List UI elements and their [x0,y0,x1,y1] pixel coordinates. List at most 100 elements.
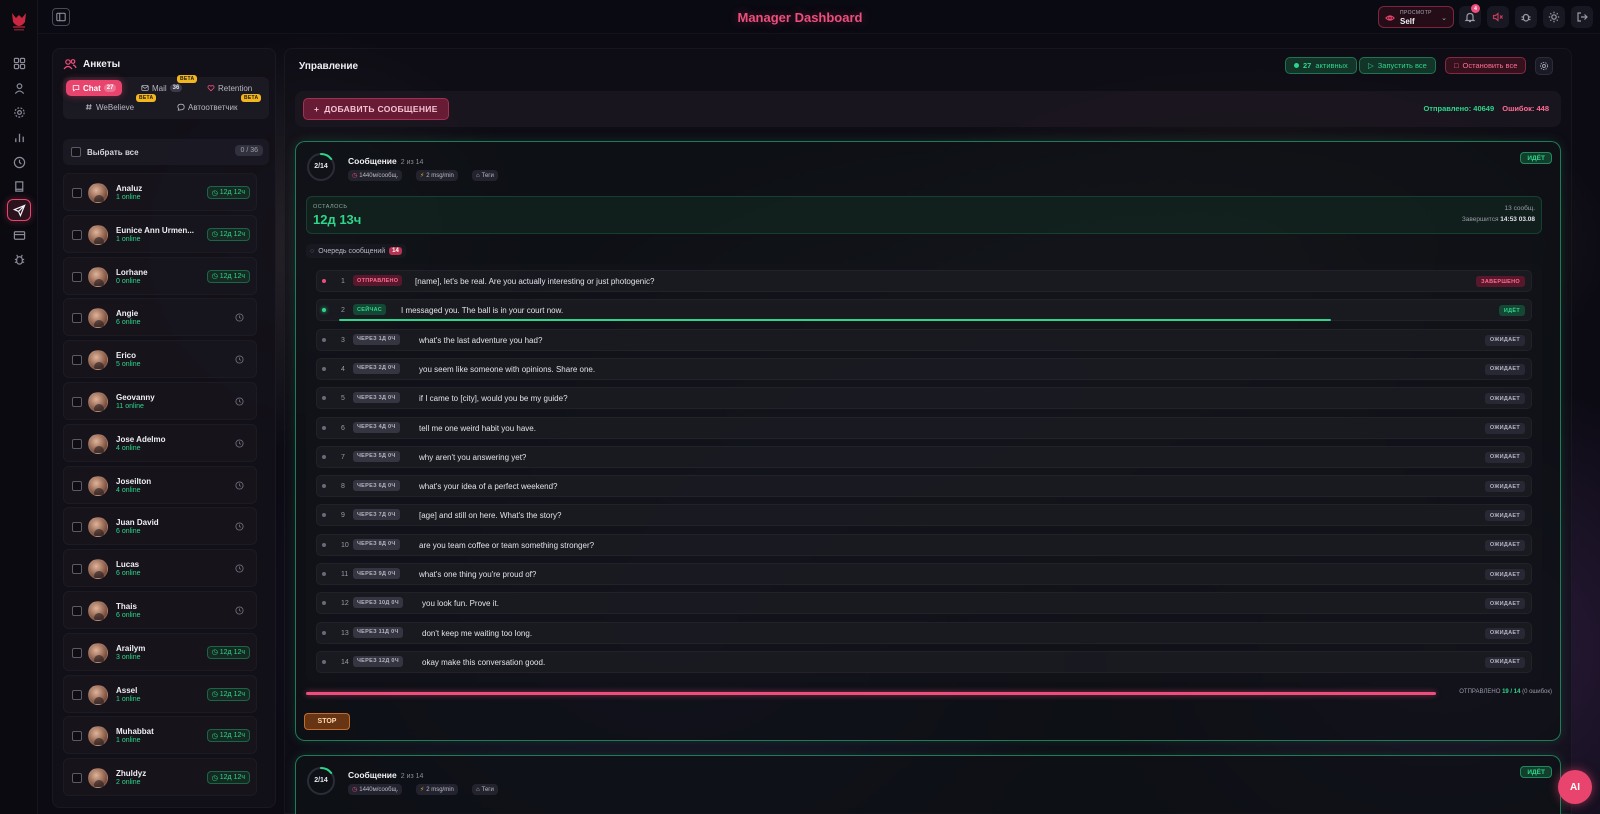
profile-checkbox[interactable] [72,313,82,324]
book-icon[interactable] [7,175,31,197]
profile-checkbox[interactable] [72,229,82,240]
settings-button[interactable] [1535,57,1553,75]
queue-item[interactable]: 11 ЧЕРЕЗ 9Д 0Ч what's one thing you're pro… [316,563,1532,585]
avatar [88,642,108,663]
queue-item[interactable]: 3 ЧЕРЕЗ 1Д 0Ч what's the last adventure yo… [316,328,1532,351]
heart-icon [207,85,215,92]
card-icon[interactable] [7,224,31,246]
state-badge: ОЖИДАЕТ [1484,363,1525,375]
tags-chip[interactable]: ⌂ Теги [472,784,498,795]
status-dot-icon [322,513,326,518]
schedule-tag: ЧЕРЕЗ 3Д 0Ч [353,392,400,404]
zap-icon: ⚡ [420,173,425,179]
profile-row[interactable]: Lorhane 0 online ◷ 12д 12ч [63,256,257,295]
profile-row[interactable]: Muhabbat 1 online ◷ 12д 12ч [63,716,257,755]
clock-icon[interactable] [7,151,31,173]
profile-checkbox[interactable] [72,397,82,407]
profile-checkbox[interactable] [72,522,82,533]
tab-autoresponder[interactable]: Автоответчик [171,99,244,115]
profile-row[interactable]: Assel 1 online ◷ 12д 12ч [63,674,257,713]
profile-row[interactable]: Eunice Ann Urmen... 1 online ◷ 12д 12ч [63,214,257,253]
start-all-button[interactable]: ▷ Запустить все [1359,57,1436,74]
queue-item[interactable]: 9 ЧЕРЕЗ 7Д 0Ч [age] and still on here. Wha… [316,504,1532,527]
select-all-checkbox[interactable] [71,147,81,157]
logout-icon [1577,12,1588,22]
queue-item[interactable]: 5 ЧЕРЕЗ 3Д 0Ч if I came to [city], would y… [316,387,1532,410]
clock-icon [235,313,244,322]
queue-index: 1 [341,278,345,285]
grid-icon[interactable] [7,52,31,74]
queue-item[interactable]: 13 ЧЕРЕЗ 11Д 0Ч don't keep me waiting too … [316,621,1532,644]
state-badge: ОЖИДАЕТ [1484,451,1525,463]
profile-row[interactable]: Geovanny 11 online [63,382,257,420]
profile-checkbox[interactable] [72,731,82,742]
profile-name: Jose Adelmo [116,434,166,444]
debug-button[interactable] [1515,6,1537,28]
profile-row[interactable]: Juan David 6 online [63,507,257,546]
stop-button[interactable]: STOP [304,713,350,730]
add-message-button[interactable]: + ДОБАВИТЬ СООБЩЕНИЕ [303,98,449,120]
profile-checkbox[interactable] [72,480,82,491]
select-all-row[interactable]: Выбрать все 0 / 36 [63,139,269,165]
schedule-tag: ЧЕРЕЗ 6Д 0Ч [353,480,400,492]
profile-checkbox[interactable] [72,564,82,575]
queue-count: 14 [389,247,402,255]
profile-row[interactable]: Erico 5 online [63,340,257,379]
active-count-chip: 27 активных [1285,57,1357,74]
message-text: tell me one weird habit you have. [419,423,536,433]
profile-checkbox[interactable] [72,689,82,700]
profile-checkbox[interactable] [72,188,82,198]
queue-item[interactable]: 7 ЧЕРЕЗ 5Д 0Ч why aren't you answering yet… [316,445,1532,468]
preview-value: Self [1400,17,1415,26]
settings-icon[interactable] [7,101,31,123]
queue-item[interactable]: 8 ЧЕРЕЗ 6Д 0Ч what's your idea of a perfec… [316,475,1532,498]
profile-row[interactable]: Thais 6 online [63,591,257,629]
profile-name: Lucas [116,560,140,570]
queue-item[interactable]: 2 СЕЙЧАС I messaged you. The ball is in yo… [316,299,1532,322]
profile-row[interactable]: Zhuldyz 2 online ◷ 12д 12ч [63,758,257,797]
bug-icon[interactable] [7,248,31,270]
notifications-button[interactable]: 4 [1459,4,1481,28]
queue-item[interactable]: 10 ЧЕРЕЗ 8Д 0Ч are you team coffee or team… [316,533,1532,556]
profile-row[interactable]: Analuz 1 online ◷ 12д 12ч [63,173,257,211]
queue-item[interactable]: 14 ЧЕРЕЗ 12Д 0Ч okay make this conversatio… [316,650,1532,673]
status-dot-icon [322,659,326,664]
tab-count: 27 [103,84,117,92]
profile-row[interactable]: Angie 6 online [63,298,257,337]
queue-item[interactable]: 4 ЧЕРЕЗ 2Д 0Ч you seem like someone with o… [316,357,1532,380]
profile-row[interactable]: Lucas 6 online [63,549,257,588]
ai-assistant-button[interactable]: AI [1558,770,1592,804]
theme-toggle-button[interactable] [1543,6,1565,28]
send-progress-info: ОТПРАВЛЕНО 19 / 14 (0 ошибок) [1459,689,1552,695]
preview-selector[interactable]: ПРОСМОТР Self ⌄ [1378,6,1454,28]
stop-all-button[interactable]: □ Остановить все [1445,57,1527,74]
queue-item[interactable]: 12 ЧЕРЕЗ 10Д 0Ч you look fun. Prove it. ОЖИ… [316,592,1532,615]
gear-icon [1539,61,1549,71]
state-badge: ОЖИДАЕТ [1484,569,1525,580]
tab-webelieve[interactable]: WeBelieve [79,99,140,115]
interval-chip: ◷ 1440м/сообщ. [348,784,403,795]
volume-mute-icon [1492,12,1503,22]
messages-left: 13 сообщ. [1504,205,1535,212]
avatar [88,768,108,789]
queue-item[interactable]: 1 ОТПРАВЛЕНО [name], let's be real. Are yo… [316,270,1532,292]
status-dot-icon [322,542,326,547]
queue-item[interactable]: 6 ЧЕРЕЗ 4Д 0Ч tell me one weird habit you … [316,416,1532,439]
profile-checkbox[interactable] [72,438,82,449]
profile-checkbox[interactable] [72,271,82,282]
queue-header[interactable]: ○ Очередь сообщений 14 [306,244,406,258]
send-icon[interactable] [7,199,31,221]
user-icon[interactable] [7,77,31,99]
profile-checkbox[interactable] [72,606,82,616]
profile-checkbox[interactable] [72,647,82,658]
profile-checkbox[interactable] [72,773,82,784]
mute-button[interactable] [1487,6,1509,28]
profile-row[interactable]: Arailym 3 online ◷ 12д 12ч [63,632,257,671]
tab-chat[interactable]: Chat 27 [66,80,123,96]
profile-checkbox[interactable] [72,355,82,366]
profile-row[interactable]: Joseilton 4 online [63,465,257,504]
bar-chart-icon[interactable] [7,126,31,148]
profile-row[interactable]: Jose Adelmo 4 online [63,423,257,462]
logout-button[interactable] [1571,6,1593,28]
tags-chip[interactable]: ⌂ Теги [472,170,498,181]
